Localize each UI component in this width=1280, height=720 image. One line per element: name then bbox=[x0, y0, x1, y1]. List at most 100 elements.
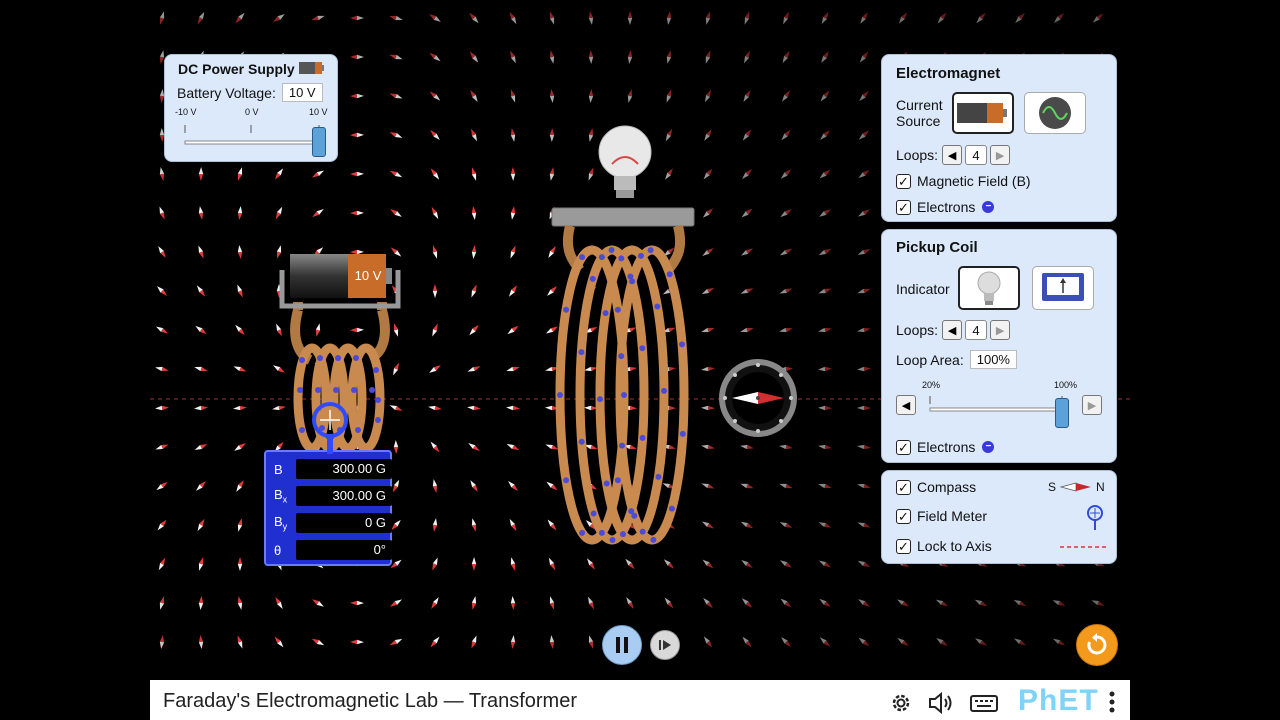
electron bbox=[603, 480, 610, 487]
pc-loops-increment-button[interactable]: ▶ bbox=[990, 320, 1011, 340]
compass-checkbox-row[interactable]: ✓ Compass bbox=[896, 479, 976, 495]
electron bbox=[639, 528, 646, 535]
magnetic-field-checkbox[interactable]: ✓ bbox=[896, 173, 911, 189]
loop-area-increment-button[interactable]: ▶ bbox=[1082, 395, 1102, 415]
electron bbox=[666, 271, 673, 278]
compass-n-label: N bbox=[1096, 480, 1105, 494]
field-meter-probe-icon bbox=[1087, 505, 1103, 530]
lock-axis-checkbox[interactable]: ✓ bbox=[896, 538, 911, 554]
em-electrons-label: Electrons bbox=[917, 199, 976, 215]
field-meter-label: Field Meter bbox=[917, 508, 988, 524]
electron bbox=[609, 537, 616, 543]
voltage-slider-track[interactable] bbox=[183, 119, 333, 159]
battery-icon bbox=[957, 103, 1007, 123]
gear-icon[interactable] bbox=[890, 692, 912, 714]
reset-all-button[interactable] bbox=[1076, 624, 1118, 666]
electron bbox=[590, 510, 597, 517]
field-meter-probe[interactable] bbox=[308, 398, 352, 454]
compass-checkbox[interactable]: ✓ bbox=[896, 479, 911, 495]
pc-electrons-checkbox-row[interactable]: ✓ Electrons − bbox=[896, 439, 995, 455]
pause-icon bbox=[616, 637, 628, 653]
electron bbox=[654, 303, 661, 310]
navigation-bar: Faraday's Electromagnetic Lab — Transfor… bbox=[150, 680, 1130, 720]
electron bbox=[614, 306, 621, 313]
kebab-menu-icon[interactable] bbox=[1108, 690, 1116, 714]
compass[interactable] bbox=[718, 358, 798, 438]
field-meter-checkbox-row[interactable]: ✓ Field Meter bbox=[896, 508, 987, 524]
pc-electrons-label: Electrons bbox=[917, 439, 976, 455]
simulation-area: 10 V B 300.00 G Bx 300.00 G By 0 G θ 0° bbox=[150, 0, 1130, 680]
electron bbox=[579, 254, 586, 261]
battery-voltage-label: Battery Voltage: bbox=[177, 84, 276, 101]
loop-area-slider-thumb[interactable] bbox=[1055, 398, 1069, 428]
em-electrons-checkbox-row[interactable]: ✓ Electrons − bbox=[896, 199, 995, 215]
loop-area-value: 100% bbox=[969, 350, 1017, 369]
compass-needle-icon bbox=[1059, 482, 1092, 492]
electron bbox=[563, 477, 570, 484]
electromagnet-panel: Electromagnet Current Source Loops: ◀ 4 … bbox=[881, 54, 1117, 222]
meter-value-b: 300.00 G bbox=[296, 459, 392, 479]
meter-label-b: B bbox=[274, 461, 283, 477]
ac-source-button[interactable] bbox=[1024, 92, 1086, 134]
loop-area-slider-track[interactable] bbox=[928, 390, 1068, 420]
field-meter[interactable]: B 300.00 G Bx 300.00 G By 0 G θ 0° bbox=[264, 450, 392, 566]
electron bbox=[661, 387, 667, 394]
electron-icon: − bbox=[982, 201, 995, 213]
electron bbox=[579, 529, 586, 536]
reset-icon bbox=[1087, 633, 1107, 655]
speaker-icon[interactable] bbox=[928, 692, 956, 714]
em-loops-increment-button[interactable]: ▶ bbox=[990, 145, 1011, 165]
bulb-indicator-button[interactable] bbox=[958, 266, 1020, 310]
pickup-coil[interactable] bbox=[550, 120, 720, 560]
electron bbox=[598, 254, 605, 261]
lock-axis-checkbox-row[interactable]: ✓ Lock to Axis bbox=[896, 538, 992, 554]
battery-source-button[interactable] bbox=[952, 92, 1014, 134]
loop-area-decrement-button[interactable]: ◀ bbox=[896, 395, 916, 415]
electron bbox=[639, 345, 646, 352]
em-loops-decrement-button[interactable]: ◀ bbox=[942, 145, 963, 165]
step-forward-button[interactable] bbox=[650, 630, 680, 660]
magnetic-field-checkbox-row[interactable]: ✓ Magnetic Field (B) bbox=[896, 173, 1031, 189]
electron bbox=[629, 278, 636, 285]
lock-axis-label: Lock to Axis bbox=[917, 538, 992, 554]
field-meter-checkbox[interactable]: ✓ bbox=[896, 508, 911, 524]
electron bbox=[655, 473, 662, 480]
electron bbox=[639, 434, 646, 441]
loop-area-max-label: 100% bbox=[1054, 380, 1078, 390]
em-electrons-checkbox[interactable]: ✓ bbox=[896, 199, 911, 215]
loop-area-min-label: 20% bbox=[922, 380, 941, 390]
indicator-label: Indicator bbox=[896, 281, 950, 297]
meter-label-bx: Bx bbox=[274, 487, 288, 505]
step-forward-icon bbox=[659, 640, 671, 650]
meter-label-theta: θ bbox=[274, 542, 282, 558]
loop-area-label: Loop Area: bbox=[896, 351, 964, 368]
ac-wave-icon bbox=[1039, 97, 1071, 129]
pc-loops-value: 4 bbox=[965, 320, 988, 340]
phet-logo-text: PhET bbox=[1018, 684, 1099, 717]
dc-power-supply-title: DC Power Supply bbox=[178, 61, 295, 77]
battery-label: 10 V bbox=[354, 268, 382, 283]
electron bbox=[631, 512, 638, 519]
current-source-label: Current Source bbox=[896, 97, 943, 129]
meter-value-theta: 0° bbox=[296, 540, 392, 560]
phet-logo[interactable]: PhET bbox=[1018, 684, 1099, 718]
dc-power-supply-panel: DC Power Supply Battery Voltage: 10 V -1… bbox=[164, 54, 338, 162]
voltage-slider-thumb[interactable] bbox=[312, 127, 326, 157]
electron bbox=[598, 529, 605, 536]
electron bbox=[578, 438, 585, 445]
magnetic-field-label: Magnetic Field (B) bbox=[917, 173, 1031, 189]
pc-electrons-checkbox[interactable]: ✓ bbox=[896, 439, 911, 455]
electron bbox=[647, 247, 654, 254]
electron bbox=[679, 430, 686, 437]
voltmeter-icon bbox=[1042, 273, 1084, 301]
voltage-tick-max: 10 V bbox=[309, 107, 328, 117]
pickup-coil-panel: Pickup Coil Indicator Loops: ◀ 4 ▶ Loop … bbox=[881, 229, 1117, 463]
electron bbox=[650, 536, 657, 543]
keyboard-icon[interactable] bbox=[970, 693, 998, 713]
electron bbox=[668, 505, 675, 512]
electromagnet-title: Electromagnet bbox=[896, 65, 1001, 82]
pause-button[interactable] bbox=[602, 625, 642, 665]
pickup-coil-title: Pickup Coil bbox=[896, 239, 978, 256]
voltmeter-indicator-button[interactable] bbox=[1032, 266, 1094, 310]
pc-loops-decrement-button[interactable]: ◀ bbox=[942, 320, 963, 340]
